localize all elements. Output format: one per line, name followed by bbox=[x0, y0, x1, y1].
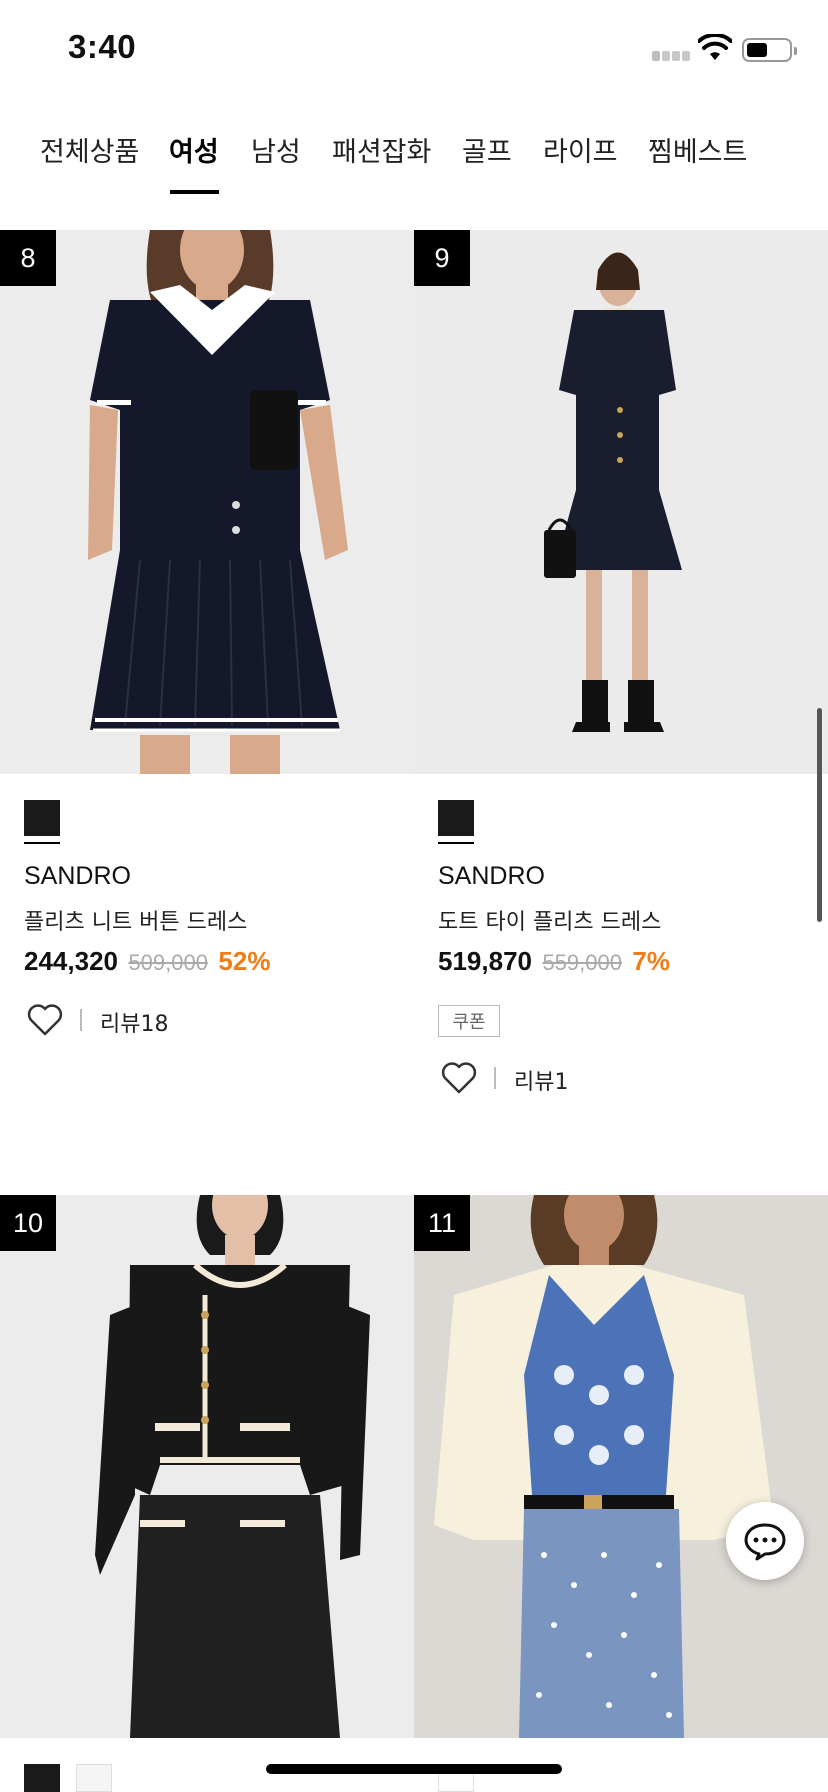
sale-price: 519,870 bbox=[438, 946, 532, 976]
review-count[interactable]: 리뷰18 bbox=[100, 1006, 168, 1038]
color-swatch-black[interactable] bbox=[24, 800, 60, 836]
product-price: 519,870 559,000 7% bbox=[438, 946, 670, 977]
color-swatch-black[interactable] bbox=[24, 1764, 60, 1792]
product-image[interactable]: 10 bbox=[0, 1195, 414, 1738]
color-swatch-black[interactable] bbox=[438, 800, 474, 836]
product-name[interactable]: 도트 타이 플리츠 드레스 bbox=[438, 904, 661, 936]
sale-price: 244,320 bbox=[24, 946, 118, 976]
tab-fashion-accessories[interactable]: 패션잡화 bbox=[332, 130, 431, 169]
product-brand: SANDRO bbox=[438, 862, 545, 890]
chat-button[interactable] bbox=[726, 1502, 804, 1580]
coupon-badge: 쿠폰 bbox=[438, 1005, 500, 1037]
status-bar: 3:40 bbox=[0, 0, 828, 100]
scrollbar[interactable] bbox=[817, 708, 822, 922]
dress-photo bbox=[0, 230, 414, 774]
discount-percent: 52% bbox=[218, 946, 271, 976]
review-count[interactable]: 리뷰1 bbox=[514, 1064, 568, 1096]
rank-badge: 8 bbox=[0, 230, 56, 286]
dress-photo bbox=[414, 230, 828, 774]
tab-women[interactable]: 여성 bbox=[169, 130, 219, 169]
product-brand: SANDRO bbox=[24, 862, 131, 890]
heart-icon[interactable] bbox=[440, 1061, 478, 1095]
category-tabs: 전체상품 여성 남성 패션잡화 골프 라이프 찜베스트 bbox=[0, 120, 828, 200]
tab-wish-best[interactable]: 찜베스트 bbox=[648, 130, 747, 169]
bomber-photo bbox=[414, 1195, 828, 1738]
heart-icon[interactable] bbox=[26, 1003, 64, 1037]
original-price: 509,000 bbox=[128, 950, 208, 975]
divider bbox=[494, 1067, 496, 1089]
rank-badge: 10 bbox=[0, 1195, 56, 1251]
selected-swatch-underline bbox=[24, 842, 60, 844]
rank-badge: 9 bbox=[414, 230, 470, 286]
home-indicator[interactable] bbox=[266, 1764, 562, 1774]
tab-life[interactable]: 라이프 bbox=[543, 130, 618, 169]
product-image[interactable]: 9 bbox=[414, 230, 828, 774]
tab-men[interactable]: 남성 bbox=[251, 130, 301, 169]
original-price: 559,000 bbox=[542, 950, 622, 975]
color-swatch-white[interactable] bbox=[76, 1764, 112, 1792]
wifi-icon bbox=[698, 34, 732, 60]
chat-bubble-icon bbox=[744, 1523, 786, 1561]
status-time: 3:40 bbox=[68, 28, 137, 65]
rank-badge: 11 bbox=[414, 1195, 470, 1251]
product-image[interactable]: 8 bbox=[0, 230, 414, 774]
product-image[interactable]: 11 bbox=[414, 1195, 828, 1738]
jacket-photo bbox=[0, 1195, 414, 1738]
product-price: 244,320 509,000 52% bbox=[24, 946, 270, 977]
active-tab-indicator bbox=[170, 190, 219, 194]
tab-all-products[interactable]: 전체상품 bbox=[40, 130, 139, 169]
battery-icon bbox=[742, 38, 797, 62]
selected-swatch-underline bbox=[438, 842, 474, 844]
cellular-signal-icon bbox=[652, 51, 692, 61]
tab-golf[interactable]: 골프 bbox=[462, 130, 512, 169]
discount-percent: 7% bbox=[632, 946, 670, 976]
product-name[interactable]: 플리츠 니트 버튼 드레스 bbox=[24, 904, 247, 936]
divider bbox=[80, 1009, 82, 1031]
